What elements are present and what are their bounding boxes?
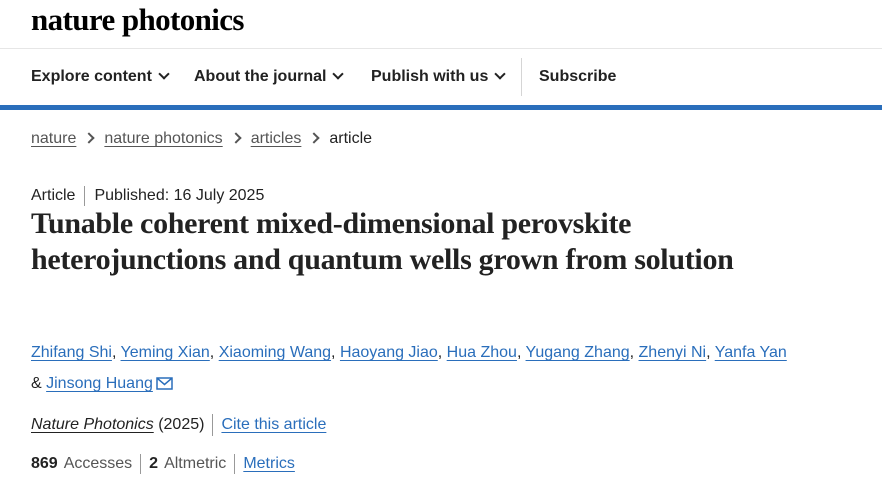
chevron-down-icon [158, 68, 170, 80]
author-link[interactable]: Haoyang Jiao [340, 344, 438, 361]
nav-item-label: About the journal [194, 68, 327, 85]
cite-article-link[interactable]: Cite this article [221, 416, 326, 433]
nav-explore-content[interactable]: Explore content [31, 49, 170, 105]
nav-publish-with-us[interactable]: Publish with us [371, 49, 507, 105]
nav-accent-rule [0, 105, 882, 110]
author-link[interactable]: Zhenyi Ni [639, 344, 707, 361]
nav-about-the-journal[interactable]: About the journal [194, 49, 345, 105]
author-link[interactable]: Yugang Zhang [526, 344, 630, 361]
publication-year: (2025) [158, 416, 205, 434]
breadcrumb-articles[interactable]: articles [251, 130, 302, 147]
chevron-right-icon [83, 132, 96, 144]
mail-icon[interactable] [156, 370, 173, 401]
chevron-down-icon [332, 68, 345, 80]
metrics-divider [234, 454, 236, 474]
article-meta: Article Published: 16 July 2025 [31, 186, 264, 206]
author-link[interactable]: Yanfa Yan [715, 344, 787, 361]
journal-link[interactable]: Nature Photonics [31, 416, 154, 433]
author-link[interactable]: Xiaoming Wang [219, 344, 331, 361]
nav-item-label: Publish with us [371, 68, 489, 85]
author-list: Zhifang Shi, Yeming Xian, Xiaoming Wang,… [31, 337, 851, 401]
breadcrumb-current: article [329, 130, 373, 147]
author-ampersand: & [31, 375, 42, 392]
altmetric-label: Altmetric [164, 455, 227, 473]
article-title: Tunable coherent mixed-dimensional perov… [31, 207, 734, 276]
main-nav: Explore content About the journal Publis… [0, 49, 882, 105]
breadcrumb-nature[interactable]: nature [31, 130, 76, 147]
accesses-label: Accesses [63, 455, 133, 473]
journal-info: Nature Photonics (2025) Cite this article [31, 414, 326, 436]
chevron-down-icon [494, 68, 507, 80]
site-header: nature photonics [0, 0, 882, 49]
article-metrics: 869 Accesses 2 Altmetric Metrics [31, 454, 295, 474]
chevron-right-icon [230, 132, 242, 144]
site-logo[interactable]: nature photonics [31, 2, 245, 38]
author-link[interactable]: Yeming Xian [121, 344, 210, 361]
breadcrumb: nature nature photonics articles article [31, 130, 372, 148]
subscribe-link[interactable]: Subscribe [539, 49, 616, 105]
published-date: Published: 16 July 2025 [94, 187, 265, 205]
article-type: Article [31, 187, 76, 205]
breadcrumb-nature-photonics[interactable]: nature photonics [104, 130, 222, 147]
author-link[interactable]: Hua Zhou [447, 344, 517, 361]
metrics-divider [140, 454, 142, 474]
nav-item-label: Explore content [31, 68, 152, 85]
author-link[interactable]: Jinsong Huang [46, 375, 153, 392]
altmetric-count: 2 [149, 455, 159, 473]
chevron-right-icon [308, 132, 321, 144]
author-link[interactable]: Zhifang Shi [31, 344, 112, 361]
metrics-link[interactable]: Metrics [243, 455, 295, 472]
accesses-count: 869 [31, 455, 58, 473]
meta-divider [84, 186, 86, 206]
nav-divider [521, 58, 522, 96]
journal-divider [212, 414, 214, 436]
